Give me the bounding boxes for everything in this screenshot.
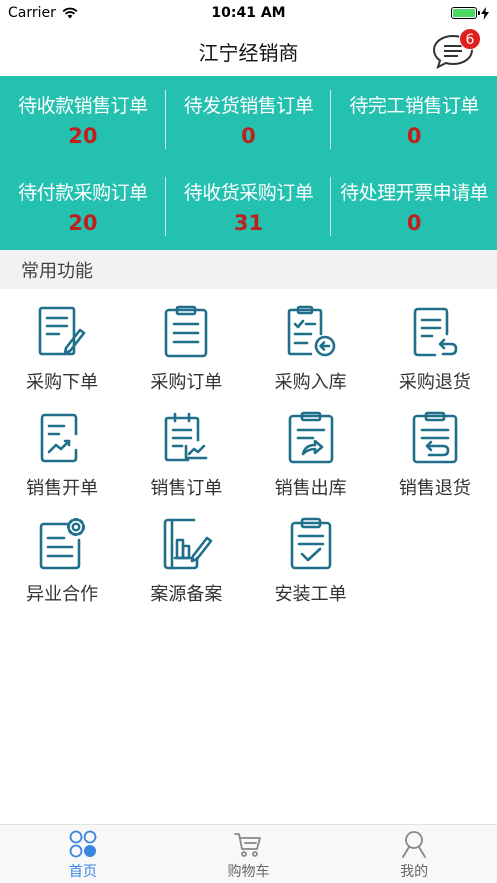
func-purchase-inbound[interactable]: 采购入库 <box>249 296 373 402</box>
stat-label: 待收款销售订单 <box>18 95 148 117</box>
stat-label: 待付款采购订单 <box>18 182 148 204</box>
status-bar: Carrier 10:41 AM <box>0 0 497 26</box>
sales-order-icon <box>165 412 208 462</box>
func-install-order[interactable]: 安装工单 <box>249 508 373 614</box>
purchase-order-list-icon <box>165 305 208 358</box>
func-sales-create[interactable]: 销售开单 <box>0 402 124 508</box>
cart-icon <box>234 833 262 857</box>
stat-value: 20 <box>68 211 98 235</box>
func-label: 采购入库 <box>274 372 347 393</box>
carrier-label: Carrier <box>8 5 56 21</box>
nav-bar: 江宁经销商 6 <box>0 26 497 76</box>
home-grid-icon <box>69 830 97 858</box>
tab-bar: 首页 购物车 我的 <box>0 824 497 883</box>
func-label: 销售订单 <box>150 478 223 499</box>
sales-return-icon <box>412 411 458 464</box>
stat-label: 待发货销售订单 <box>183 95 314 117</box>
stat-pending-completion-sales[interactable]: 待完工销售订单 0 <box>331 76 497 163</box>
sales-create-icon <box>40 413 78 463</box>
stat-pending-invoice-requests[interactable]: 待处理开票申请单 0 <box>331 163 497 250</box>
func-label: 安装工单 <box>274 584 347 605</box>
func-label: 销售出库 <box>274 478 347 499</box>
profile-icon <box>402 831 427 858</box>
install-order-icon <box>290 517 331 570</box>
stat-label: 待处理开票申请单 <box>340 182 489 204</box>
charging-icon <box>481 6 489 20</box>
case-filing-icon <box>164 518 213 570</box>
func-label: 销售退货 <box>398 478 471 499</box>
page-title: 江宁经销商 <box>198 40 299 65</box>
func-label: 采购下单 <box>26 372 99 393</box>
func-sales-orders[interactable]: 销售订单 <box>124 402 248 508</box>
stat-value: 31 <box>233 211 264 235</box>
stat-label: 待收货采购订单 <box>183 182 314 204</box>
func-purchase-create[interactable]: 采购下单 <box>0 296 124 402</box>
battery-icon <box>451 7 480 19</box>
tab-label: 购物车 <box>227 864 270 880</box>
tab-label: 首页 <box>68 864 97 880</box>
message-button[interactable]: 6 <box>431 28 481 70</box>
sales-outbound-icon <box>288 411 333 464</box>
purchase-inbound-icon <box>287 305 335 357</box>
wifi-icon <box>62 7 78 19</box>
func-sales-outbound[interactable]: 销售出库 <box>249 402 373 508</box>
func-sales-return[interactable]: 销售退货 <box>373 402 497 508</box>
purchase-order-create-icon <box>38 306 86 356</box>
cross-industry-icon <box>39 518 86 570</box>
func-label: 案源备案 <box>150 584 223 605</box>
func-label: 采购退货 <box>398 372 471 393</box>
purchase-return-icon <box>413 307 458 357</box>
tab-home[interactable]: 首页 <box>0 825 166 883</box>
func-label: 销售开单 <box>26 478 99 499</box>
order-stats-panel: 待收款销售订单 20 待发货销售订单 0 待完工销售订单 0 待付款采购订单 2… <box>0 76 497 250</box>
func-label: 异业合作 <box>26 584 99 605</box>
func-purchase-return[interactable]: 采购退货 <box>373 296 497 402</box>
stat-value: 20 <box>68 124 98 148</box>
function-grid: 采购下单 采购订单 采购入库 采购退货 销售开单 销售订单 销售出库 销售退货 … <box>0 296 497 614</box>
stat-value: 0 <box>406 124 422 148</box>
tab-profile[interactable]: 我的 <box>331 825 497 883</box>
func-purchase-orders[interactable]: 采购订单 <box>124 296 248 402</box>
section-title: 常用功能 <box>0 250 497 289</box>
stat-pending-receipt-purchase[interactable]: 待收货采购订单 31 <box>166 163 332 250</box>
message-badge: 6 <box>459 28 481 50</box>
func-cross-industry[interactable]: 异业合作 <box>0 508 124 614</box>
stat-label: 待完工销售订单 <box>349 95 479 117</box>
stat-pending-payment-purchase[interactable]: 待付款采购订单 20 <box>0 163 166 250</box>
stat-value: 0 <box>406 211 422 235</box>
tab-cart[interactable]: 购物车 <box>166 825 332 883</box>
func-label: 采购订单 <box>150 372 223 393</box>
stat-pending-payment-sales[interactable]: 待收款销售订单 20 <box>0 76 166 163</box>
stat-pending-shipment-sales[interactable]: 待发货销售订单 0 <box>166 76 332 163</box>
tab-label: 我的 <box>400 864 429 880</box>
func-case-filing[interactable]: 案源备案 <box>124 508 248 614</box>
stat-value: 0 <box>241 124 256 148</box>
